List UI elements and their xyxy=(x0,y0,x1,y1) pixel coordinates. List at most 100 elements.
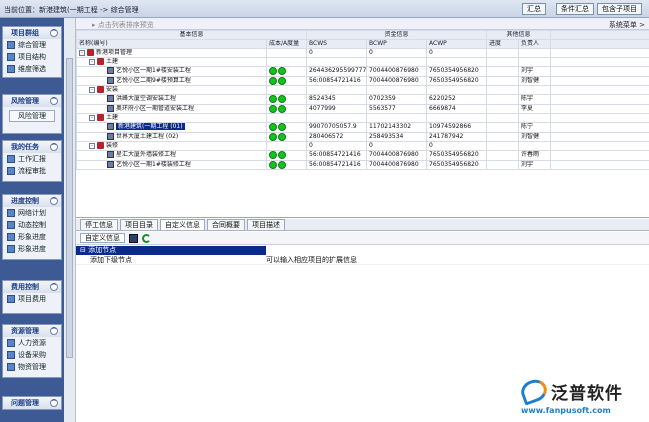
custom-info-button[interactable]: 自定义信息 xyxy=(80,233,125,243)
sidebar-item-cost[interactable]: 项目费用 xyxy=(3,293,61,305)
column-header[interactable]: 成本/A度量 xyxy=(265,39,308,49)
collapse-icon[interactable]: ^ xyxy=(50,399,58,407)
sidebar-group-title[interactable]: 我的任务 ^ xyxy=(3,141,61,153)
table-row[interactable]: 奥环府小区一期管道安装工程 4077999 5563577 6669874 李夏 xyxy=(76,103,649,114)
sidebar-group-title[interactable]: 资源管理 ^ xyxy=(3,325,61,337)
grid-toolbar: ▸ 点击列表排序预览 系统菜单 > xyxy=(76,18,649,30)
detail-toolbar: 自定义信息 xyxy=(76,232,649,245)
sidebar-item-approval[interactable]: 流程审批 xyxy=(3,165,61,177)
cell-owner: 刘智健 xyxy=(518,75,552,86)
table-row[interactable]: 艺悦小区一期1#楼安装工程 264436295599777 700440087698… xyxy=(76,66,649,77)
column-header[interactable]: BCWS xyxy=(306,39,368,49)
cell-name[interactable]: - 安装 xyxy=(76,85,267,95)
collapse-icon[interactable]: ^ xyxy=(50,197,58,205)
cell-name[interactable]: 艺悦小区二期9#楼预算工程 xyxy=(76,75,267,86)
sidebar-item-risk[interactable]: 风险管理 xyxy=(9,110,55,122)
row-name: 奥环府小区一期管道安装工程 xyxy=(116,104,195,112)
tab-project-description[interactable]: 项目描述 xyxy=(247,219,285,230)
sidebar-item-equipment[interactable]: 设备采购 xyxy=(3,349,61,361)
column-header[interactable]: BCWP xyxy=(366,39,428,49)
collapse-icon[interactable]: ^ xyxy=(50,143,58,151)
tab-project-catalog[interactable]: 项目目录 xyxy=(120,219,158,230)
tab-custom-info[interactable]: 自定义信息 xyxy=(160,219,205,230)
sidebar-group-title[interactable]: 风险管理 ^ xyxy=(3,95,61,107)
sidebar-scrollbar[interactable] xyxy=(64,18,76,422)
cell-bcws: 280406572 xyxy=(306,131,368,142)
status-ok-icon xyxy=(269,104,277,113)
sidebar-group-tasks: 我的任务 ^ 工作汇报 流程审批 xyxy=(2,140,62,182)
table-row[interactable]: 新港建筑(一期工程 (01) 99070705057.9 11702143302 10… xyxy=(76,122,649,133)
cell-name[interactable]: - 装修 xyxy=(76,141,267,151)
collapse-icon[interactable]: ^ xyxy=(50,97,58,105)
sidebar-group-title[interactable]: 费用控制 ^ xyxy=(3,281,61,293)
group-header-funds: 资金信息 xyxy=(306,30,488,40)
collapse-icon[interactable]: ^ xyxy=(50,29,58,37)
sidebar-item-network-plan[interactable]: 网络计划 xyxy=(3,207,61,219)
cell-name[interactable]: 艺悦小区一期1#楼安装工程 xyxy=(76,66,267,77)
sidebar-item-filter[interactable]: 维度筛选 xyxy=(3,63,61,75)
cell-name[interactable]: 艺悦小区一期1#楼装修工程 xyxy=(76,159,267,170)
cell-name[interactable]: 星汇大厦外墙装修工程 xyxy=(76,150,267,161)
cell-name[interactable]: 奥环府小区一期管道安装工程 xyxy=(76,103,267,114)
save-icon[interactable] xyxy=(129,233,138,243)
column-header[interactable]: 负责人 xyxy=(518,39,552,49)
table-row[interactable]: 艺悦小区二期9#楼预算工程 56:00854721416 7004400876980… xyxy=(76,75,649,86)
cell-owner xyxy=(518,85,552,95)
tree-expander-icon[interactable]: - xyxy=(89,114,95,121)
sidebar-item-progress-2[interactable]: 形象进度 xyxy=(3,243,61,255)
sidebar-item-integrated[interactable]: 综合管理 xyxy=(3,39,61,51)
cell-spacer xyxy=(550,103,649,114)
tree-expander-icon[interactable]: - xyxy=(79,49,85,56)
tab-stop-info[interactable]: 停工信息 xyxy=(80,219,118,230)
property-category[interactable]: ⊟ 添加节点 xyxy=(76,246,266,255)
cell-bcws xyxy=(306,85,368,95)
cell-name[interactable]: - 土建 xyxy=(76,113,267,123)
status-ok-icon xyxy=(278,123,286,131)
table-row[interactable]: 世界大厦土建工程 (02) 280406572 258493534 241787942… xyxy=(76,131,649,142)
sidebar-item-dynamic[interactable]: 动态控制 xyxy=(3,219,61,231)
condition-summary-button[interactable]: 条件汇总 xyxy=(556,3,594,15)
collapse-icon[interactable]: ^ xyxy=(50,327,58,335)
system-menu-button[interactable]: 系统菜单 > xyxy=(609,20,645,30)
sidebar-group-title[interactable]: 进度控制 ^ xyxy=(3,195,61,207)
refresh-icon[interactable] xyxy=(142,233,151,243)
column-header[interactable]: ACWP xyxy=(426,39,488,49)
tree-expander-icon[interactable]: - xyxy=(89,58,95,65)
table-row[interactable]: 艺悦小区一期1#楼装修工程 56:00854721416 7004400876980… xyxy=(76,159,649,170)
sidebar-item-progress[interactable]: 形象进度 xyxy=(3,231,61,243)
cell-bcwp xyxy=(366,113,428,123)
table-row[interactable]: 星汇大厦外墙装修工程 56:00854721416 7004400876980 765… xyxy=(76,150,649,161)
cell-status xyxy=(265,122,308,133)
sidebar-item-report[interactable]: 工作汇报 xyxy=(3,153,61,165)
summary-button[interactable]: 汇总 xyxy=(522,3,546,15)
table-row[interactable]: 洪峰大厦空调安装工程 8524345 0702359 6220252 陈宇 xyxy=(76,94,649,105)
sidebar-item-hr[interactable]: 人力资源 xyxy=(3,337,61,349)
cell-name[interactable]: - 新港项目管理 xyxy=(76,48,267,58)
sidebar-group-title[interactable]: 项目群组 ^ xyxy=(3,27,61,39)
property-value[interactable]: 可以输入相应项目的扩展信息 xyxy=(266,255,649,264)
sort-hint[interactable]: ▸ 点击列表排序预览 xyxy=(92,20,154,30)
column-header[interactable]: 进度 xyxy=(486,39,520,49)
property-row[interactable]: 添加下级节点 可以输入相应项目的扩展信息 xyxy=(76,255,649,265)
table-row[interactable]: - 土建 xyxy=(76,113,649,123)
cell-bcwp: 7004400876980 xyxy=(366,150,428,161)
sidebar-item-material[interactable]: 物资管理 xyxy=(3,361,61,373)
table-row[interactable]: - 新港项目管理 0 0 0 xyxy=(76,48,649,58)
table-row[interactable]: - 装修 0 0 0 xyxy=(76,141,649,151)
sidebar-item-structure[interactable]: 项目结构 xyxy=(3,51,61,63)
cell-name[interactable]: 新港建筑(一期工程 (01) xyxy=(76,122,267,133)
column-header[interactable]: 名称(编号) xyxy=(76,39,267,49)
cell-acwp: 7650354956820 xyxy=(426,66,488,77)
table-row[interactable]: - 土建 xyxy=(76,57,649,67)
collapse-icon[interactable]: ^ xyxy=(50,283,58,291)
include-subproject-checkbox[interactable]: 包含子项目 xyxy=(597,3,642,15)
scroll-thumb[interactable] xyxy=(66,58,73,358)
cell-name[interactable]: 世界大厦土建工程 (02) xyxy=(76,131,267,142)
tab-contract-summary[interactable]: 合同概要 xyxy=(207,219,245,230)
table-row[interactable]: - 安装 xyxy=(76,85,649,95)
sidebar-group-title[interactable]: 问题管理 ^ xyxy=(3,397,61,409)
tree-expander-icon[interactable]: - xyxy=(89,142,95,149)
tree-expander-icon[interactable]: - xyxy=(89,86,95,93)
cell-name[interactable]: 洪峰大厦空调安装工程 xyxy=(76,94,267,105)
cell-name[interactable]: - 土建 xyxy=(76,57,267,67)
